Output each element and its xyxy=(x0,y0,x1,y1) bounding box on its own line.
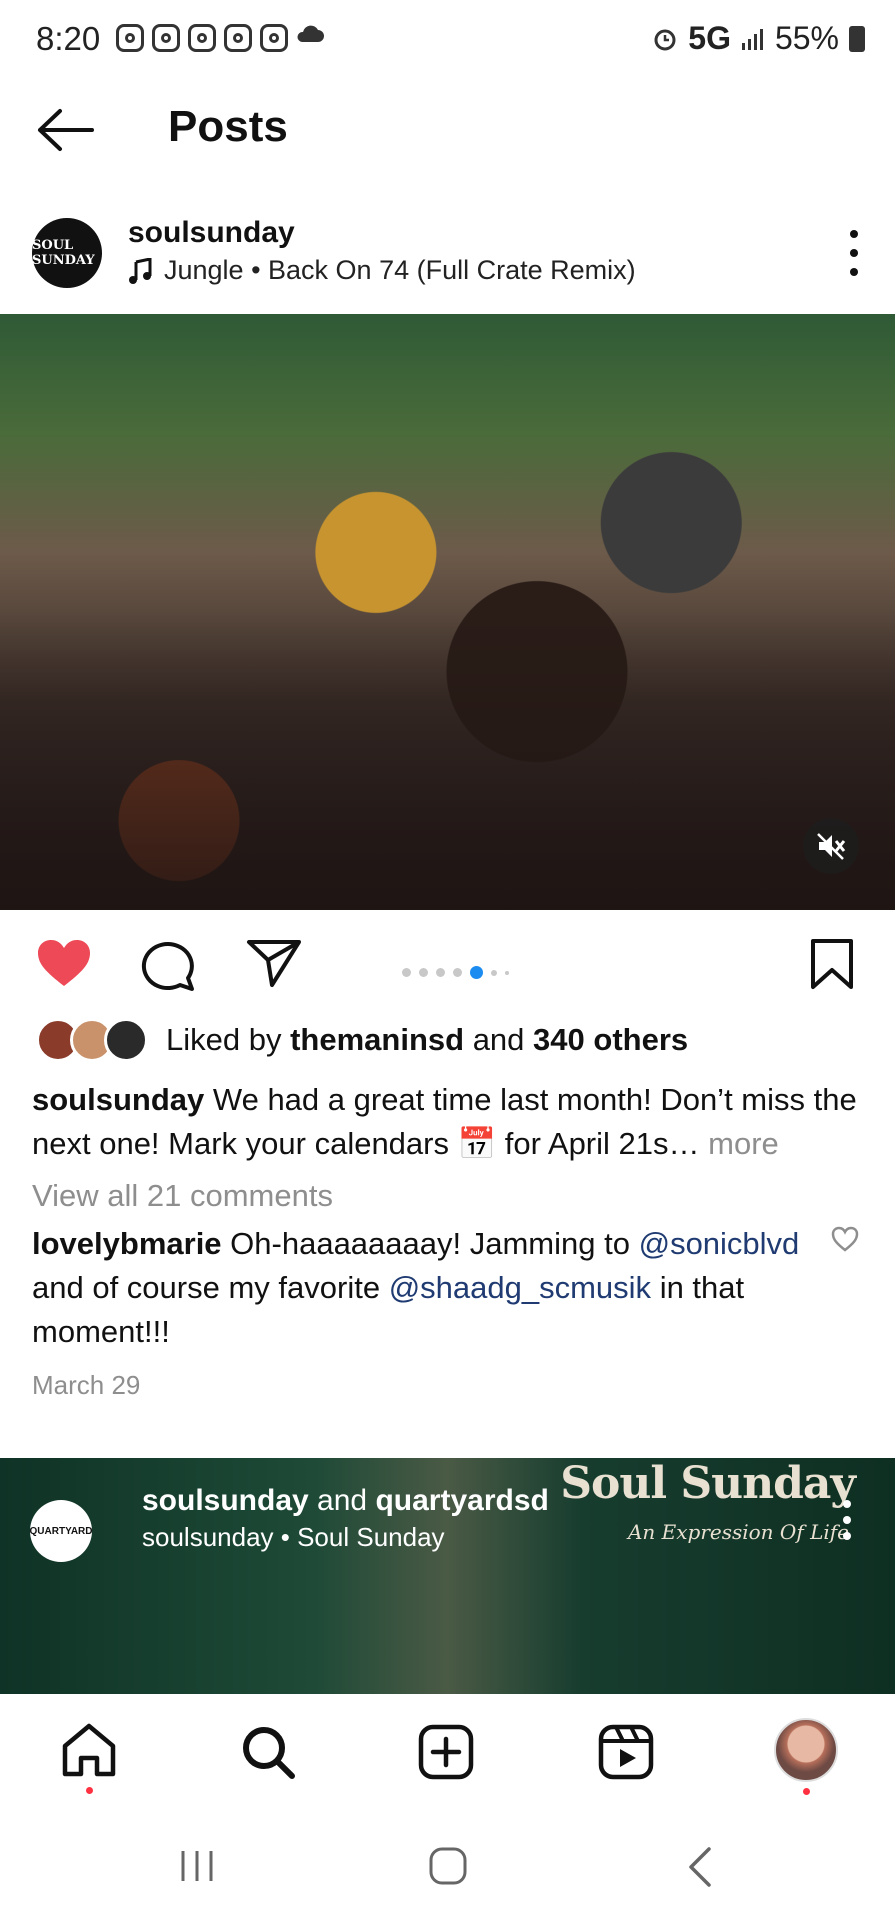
signal-icon xyxy=(741,28,763,50)
music-note-icon xyxy=(129,257,152,284)
back-arrow-icon[interactable] xyxy=(36,108,96,152)
carousel-dot xyxy=(402,968,411,977)
notification-dot xyxy=(802,1788,810,1795)
view-all-comments-link[interactable]: View all 21 comments xyxy=(32,1178,333,1214)
avatar xyxy=(774,1718,838,1782)
more-options-icon[interactable] xyxy=(843,1500,851,1540)
caption-username[interactable]: soulsunday xyxy=(32,1082,204,1117)
comment-like-heart-icon[interactable] xyxy=(831,1226,859,1252)
comment-icon[interactable] xyxy=(140,938,196,992)
post-username[interactable]: soulsunday xyxy=(128,216,295,250)
app-notification-icon xyxy=(152,24,180,52)
recent-apps-icon[interactable] xyxy=(178,1848,216,1884)
comment-username[interactable]: lovelybmarie xyxy=(32,1226,222,1261)
next-and: and xyxy=(317,1484,368,1517)
post-actions xyxy=(0,920,895,1010)
carousel-dot xyxy=(453,968,462,977)
avatar[interactable]: SOUL SUNDAY xyxy=(32,218,102,288)
instagram-notification-icon xyxy=(188,24,216,52)
next-post-usernames[interactable]: soulsunday and quartyardsd xyxy=(142,1484,549,1518)
instagram-notification-icon xyxy=(116,24,144,52)
likes-prefix: Liked by xyxy=(166,1022,282,1057)
bottom-nav xyxy=(0,1696,895,1816)
next-username[interactable]: soulsunday xyxy=(142,1484,309,1517)
carousel-indicator xyxy=(402,966,509,979)
music-info[interactable]: Jungle • Back On 74 (Full Crate Remix) xyxy=(128,255,636,286)
system-nav-bar xyxy=(0,1820,895,1920)
create-post-icon[interactable] xyxy=(418,1724,474,1780)
like-heart-icon[interactable] xyxy=(36,938,92,988)
carousel-dot xyxy=(436,968,445,977)
music-label: Jungle • Back On 74 (Full Crate Remix) xyxy=(164,255,636,285)
notification-icons xyxy=(116,24,324,52)
post-header: SOUL SUNDAY soulsunday Jungle • Back On … xyxy=(0,200,895,310)
likes-text: Liked by themaninsd and 340 others xyxy=(166,1022,688,1058)
instagram-notification-icon xyxy=(260,24,288,52)
brand-tagline: An Expression Of Life xyxy=(627,1520,849,1544)
system-back-icon[interactable] xyxy=(686,1846,714,1888)
status-bar: 8:20 5G 55% xyxy=(0,0,895,80)
next-post-subtitle: soulsunday • Soul Sunday xyxy=(142,1522,445,1552)
mention-link[interactable]: @shaadg_scmusik xyxy=(389,1270,651,1305)
post-image[interactable] xyxy=(0,314,895,910)
search-icon[interactable] xyxy=(240,1724,296,1780)
share-icon[interactable] xyxy=(246,938,302,988)
mute-button[interactable] xyxy=(803,818,859,874)
notification-dot xyxy=(85,1787,93,1794)
status-right: 5G 55% xyxy=(652,20,865,57)
comment-item: lovelybmarie Oh-haaaaaaaay! Jamming to @… xyxy=(32,1222,812,1354)
photo-shading xyxy=(0,610,895,910)
home-button-icon[interactable] xyxy=(428,1846,468,1886)
brand-logo-text: Soul Sunday xyxy=(560,1458,856,1509)
nav-profile[interactable] xyxy=(774,1718,838,1795)
carousel-dot xyxy=(491,969,497,976)
cloud-icon xyxy=(297,25,324,42)
avatar[interactable]: QUARTYARD xyxy=(30,1500,92,1562)
reels-icon[interactable] xyxy=(598,1724,654,1780)
comment-text: Oh-haaaaaaaay! Jamming to xyxy=(230,1226,630,1261)
page-title: Posts xyxy=(168,102,288,151)
nav-home[interactable] xyxy=(60,1722,118,1794)
more-options-icon[interactable] xyxy=(849,230,859,276)
instagram-notification-icon xyxy=(224,24,252,52)
comment-text: and of course my favorite xyxy=(32,1270,381,1305)
post-caption: soulsunday We had a great time last mont… xyxy=(32,1078,862,1166)
next-post-preview[interactable]: Soul Sunday An Expression Of Life QUARTY… xyxy=(0,1458,895,1694)
carousel-dot xyxy=(505,970,509,975)
likes-others[interactable]: 340 others xyxy=(533,1022,688,1057)
bookmark-icon[interactable] xyxy=(809,938,855,990)
network-label: 5G xyxy=(688,20,731,56)
more-link[interactable]: more xyxy=(708,1126,779,1161)
muted-speaker-icon xyxy=(817,833,846,860)
carousel-dot-active xyxy=(470,966,483,979)
liker-username[interactable]: themaninsd xyxy=(290,1022,464,1057)
post-date: March 29 xyxy=(32,1370,141,1400)
mention-link[interactable]: @sonicblvd xyxy=(639,1226,800,1261)
home-icon xyxy=(62,1723,116,1777)
likes-and: and xyxy=(472,1022,525,1057)
status-time: 8:20 xyxy=(36,20,101,57)
likes-row[interactable]: Liked by themaninsd and 340 others xyxy=(36,1018,688,1062)
battery-icon xyxy=(849,25,865,52)
carousel-dot xyxy=(419,968,428,977)
battery-percent: 55% xyxy=(774,20,839,56)
app-header: Posts xyxy=(0,80,895,180)
liker-avatars xyxy=(36,1018,148,1062)
avatar xyxy=(104,1018,148,1062)
alarm-icon xyxy=(654,29,676,50)
next-collab-username[interactable]: quartyardsd xyxy=(375,1484,548,1517)
